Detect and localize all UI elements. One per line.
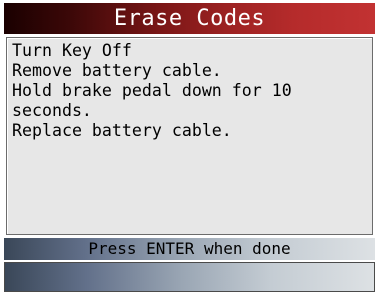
- instruction-line-1: Turn Key Off: [12, 41, 132, 60]
- instruction-line-5: Replace battery cable.: [12, 121, 232, 140]
- status-bar: Press ENTER when done: [4, 238, 375, 260]
- scan-tool-screen: Erase Codes Turn Key Off Remove battery …: [0, 0, 379, 296]
- instruction-panel: Turn Key Off Remove battery cable. Hold …: [6, 37, 373, 235]
- bottom-bar: [4, 262, 375, 292]
- screen-title: Erase Codes: [113, 5, 266, 31]
- enter-prompt: Press ENTER when done: [88, 239, 291, 258]
- instruction-line-2: Remove battery cable.: [12, 61, 222, 80]
- title-bar: Erase Codes: [4, 3, 375, 34]
- instruction-line-3: Hold brake pedal down for 10: [12, 81, 292, 100]
- instruction-line-4: seconds.: [12, 101, 92, 120]
